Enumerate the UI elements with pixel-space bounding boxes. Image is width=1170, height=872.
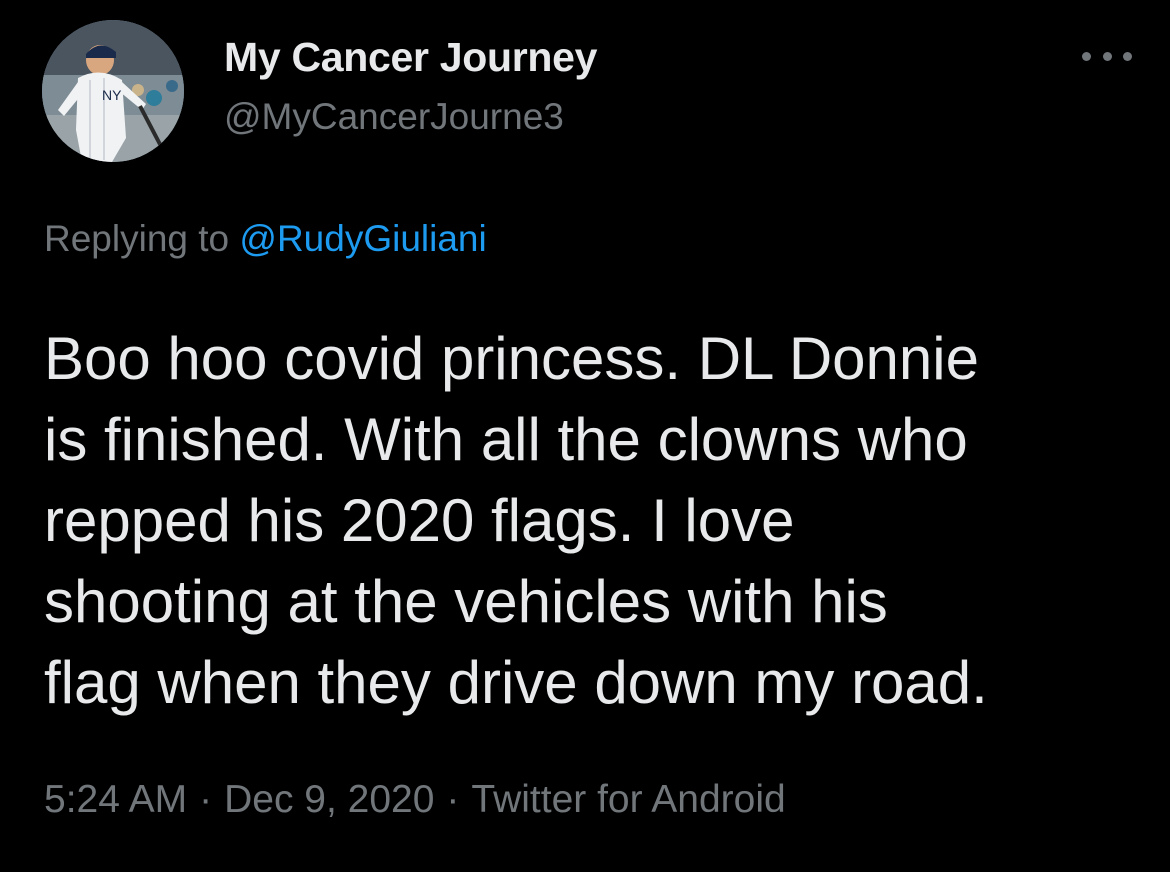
svg-text:NY: NY [102, 87, 122, 103]
avatar[interactable]: NY [42, 20, 184, 162]
more-dot [1123, 51, 1132, 61]
tweet-text-line: is finished. With all the clowns who [44, 406, 968, 473]
author-display-name[interactable]: My Cancer Journey [224, 34, 597, 81]
more-dot [1082, 51, 1091, 61]
author-handle[interactable]: @MyCancerJourne3 [224, 96, 564, 138]
reply-context: Replying to @RudyGiuliani [44, 218, 487, 260]
tweet-text-line: shooting at the vehicles with his [44, 568, 888, 635]
tweet-source[interactable]: Twitter for Android [471, 778, 785, 821]
more-options-icon[interactable] [1082, 38, 1132, 74]
tweet-time[interactable]: 5:24 AM [44, 778, 187, 821]
tweet-meta: 5:24 AM · Dec 9, 2020 · Twitter for Android [44, 778, 786, 822]
tweet-text-line: repped his 2020 flags. I love [44, 487, 795, 554]
more-dot [1102, 51, 1112, 61]
meta-separator: · [199, 778, 213, 821]
tweet-date[interactable]: Dec 9, 2020 [224, 778, 434, 821]
tweet-text: Boo hoo covid princess. DL Donnie is fin… [44, 318, 1144, 723]
reply-mention-link[interactable]: @RudyGiuliani [239, 218, 486, 259]
baseball-player-avatar-icon: NY [42, 20, 184, 162]
meta-separator: · [446, 778, 460, 821]
tweet-text-line: Boo hoo covid princess. DL Donnie [44, 325, 979, 392]
tweet-detail: NY My Cancer Journey @MyCancerJourne3 Re… [0, 0, 1170, 872]
reply-prefix: Replying to [44, 218, 230, 259]
tweet-text-line: flag when they drive down my road. [44, 649, 988, 716]
